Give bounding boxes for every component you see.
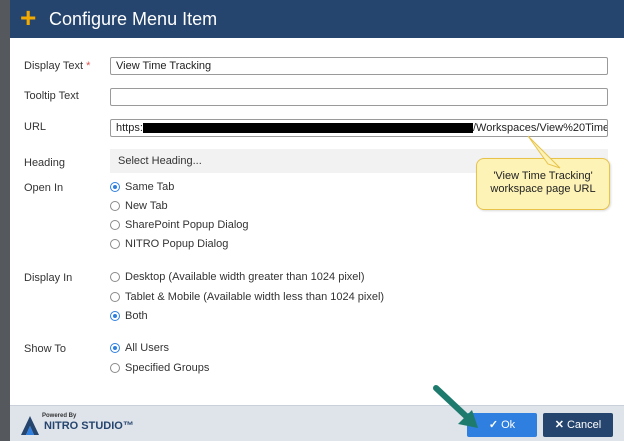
radio-unselected[interactable] [110,363,120,373]
nitro-studio-logo: Powered By NITRO STUDIO™ [20,413,150,437]
display-in-both[interactable]: Both [110,309,148,323]
radio-selected[interactable] [110,182,120,192]
x-icon: ✕ [554,419,564,431]
url-value-prefix: https: [116,122,143,134]
plus-icon: + [20,2,37,33]
open-in-nitro-popup[interactable]: NITRO Popup Dialog [110,237,228,251]
configure-menu-item-dialog: + Configure Menu Item Display Text * Vie… [10,0,624,441]
display-in-tablet-mobile[interactable]: Tablet & Mobile (Available width less th… [110,290,384,304]
required-mark: * [86,60,91,72]
open-in-same-tab[interactable]: Same Tab [110,180,174,194]
display-in-desktop[interactable]: Desktop (Available width greater than 10… [110,270,365,284]
radio-unselected[interactable] [110,292,120,302]
radio-unselected[interactable] [110,239,120,249]
nitro-logo-icon [21,416,39,435]
url-input[interactable]: https: /Workspaces/View%20Time% [110,119,608,137]
url-redaction [143,123,473,133]
callout-line-2: workspace page URL [490,183,596,195]
radio-unselected[interactable] [110,201,120,211]
show-to-specified-groups[interactable]: Specified Groups [110,361,209,375]
cancel-button[interactable]: ✕ Cancel [543,413,613,437]
url-value-suffix: /Workspaces/View%20Time% [473,122,608,134]
radio-unselected[interactable] [110,272,120,282]
powered-by-text: Powered By [42,413,77,419]
display-in-label: Display In [24,272,73,284]
tooltip-text-label: Tooltip Text [24,90,79,102]
display-text-label: Display Text * [24,60,91,72]
display-text-input[interactable]: View Time Tracking [110,57,608,75]
tooltip-text-input[interactable] [110,88,608,106]
show-to-all-users[interactable]: All Users [110,341,169,355]
open-in-sharepoint-popup[interactable]: SharePoint Popup Dialog [110,218,249,232]
url-label: URL [24,121,47,133]
url-callout: 'View Time Tracking' workspace page URL [476,158,610,210]
ok-button[interactable]: ✓ Ok [467,413,537,437]
dialog-header: + Configure Menu Item [10,0,624,38]
open-in-new-tab[interactable]: New Tab [110,199,168,213]
callout-line-1: 'View Time Tracking' [493,170,593,182]
open-in-label: Open In [24,182,64,194]
brand-name: NITRO STUDIO™ [44,420,134,432]
dialog-footer: Powered By NITRO STUDIO™ ✓ Ok ✕ Cancel [10,405,624,441]
check-icon: ✓ [488,419,499,431]
radio-selected[interactable] [110,311,120,321]
radio-unselected[interactable] [110,220,120,230]
dialog-title: Configure Menu Item [49,9,218,29]
show-to-label: Show To [24,343,66,355]
radio-selected[interactable] [110,343,120,353]
heading-label: Heading [24,157,65,169]
